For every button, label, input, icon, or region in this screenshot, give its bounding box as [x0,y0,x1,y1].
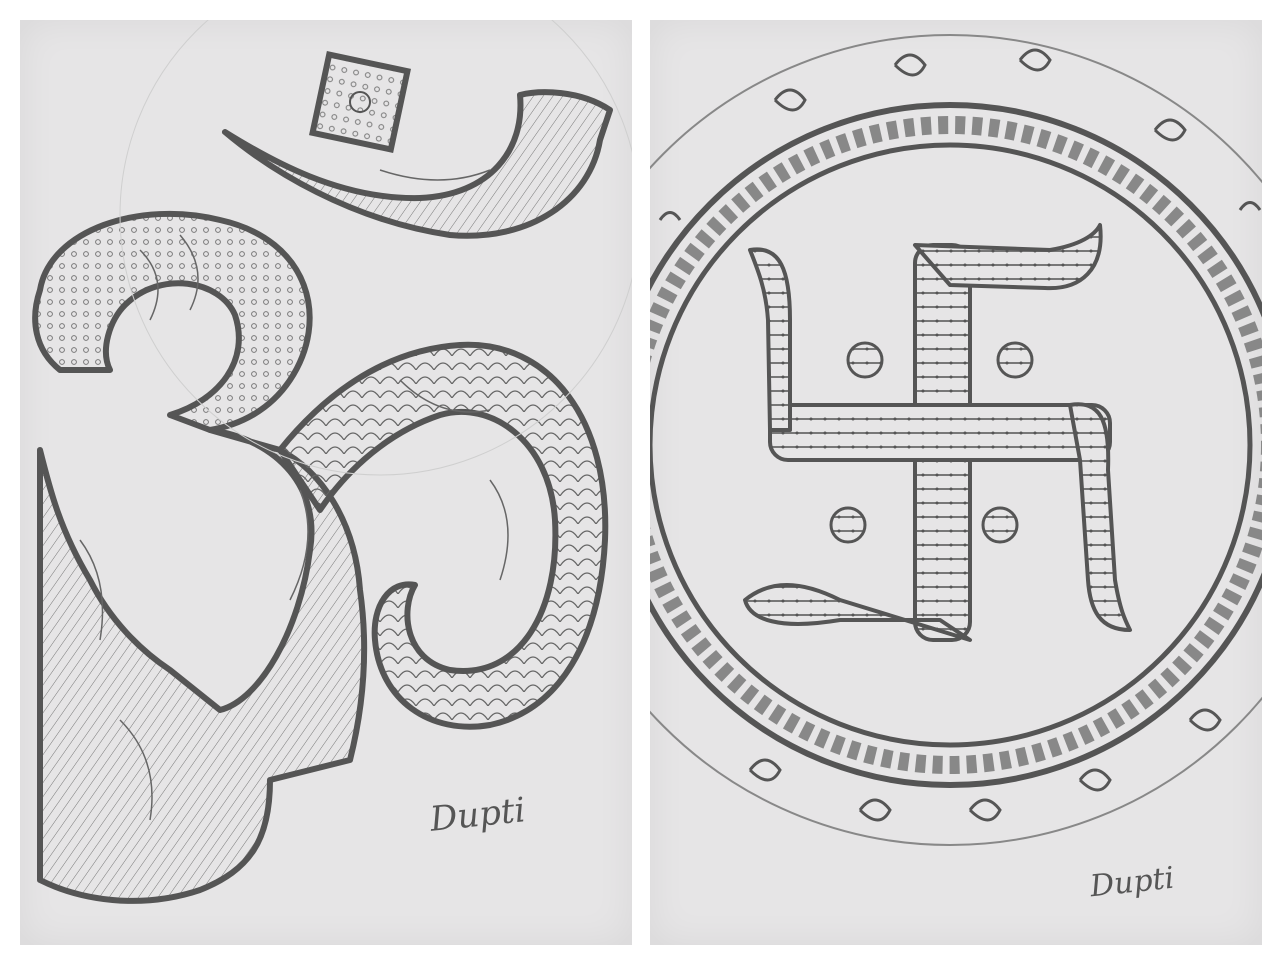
om-drawing-panel: Dupti [20,20,632,945]
swastika-drawing-panel: Dupti [650,20,1262,945]
om-upper-loop [32,210,313,433]
crescent-shape [222,89,613,239]
collage: Dupti Dupti [0,0,1280,961]
swastika-mandala-drawing [650,34,1262,846]
swastika-symbol [743,223,1132,642]
om-drawing [32,20,632,904]
bindu-diamond [308,50,412,154]
